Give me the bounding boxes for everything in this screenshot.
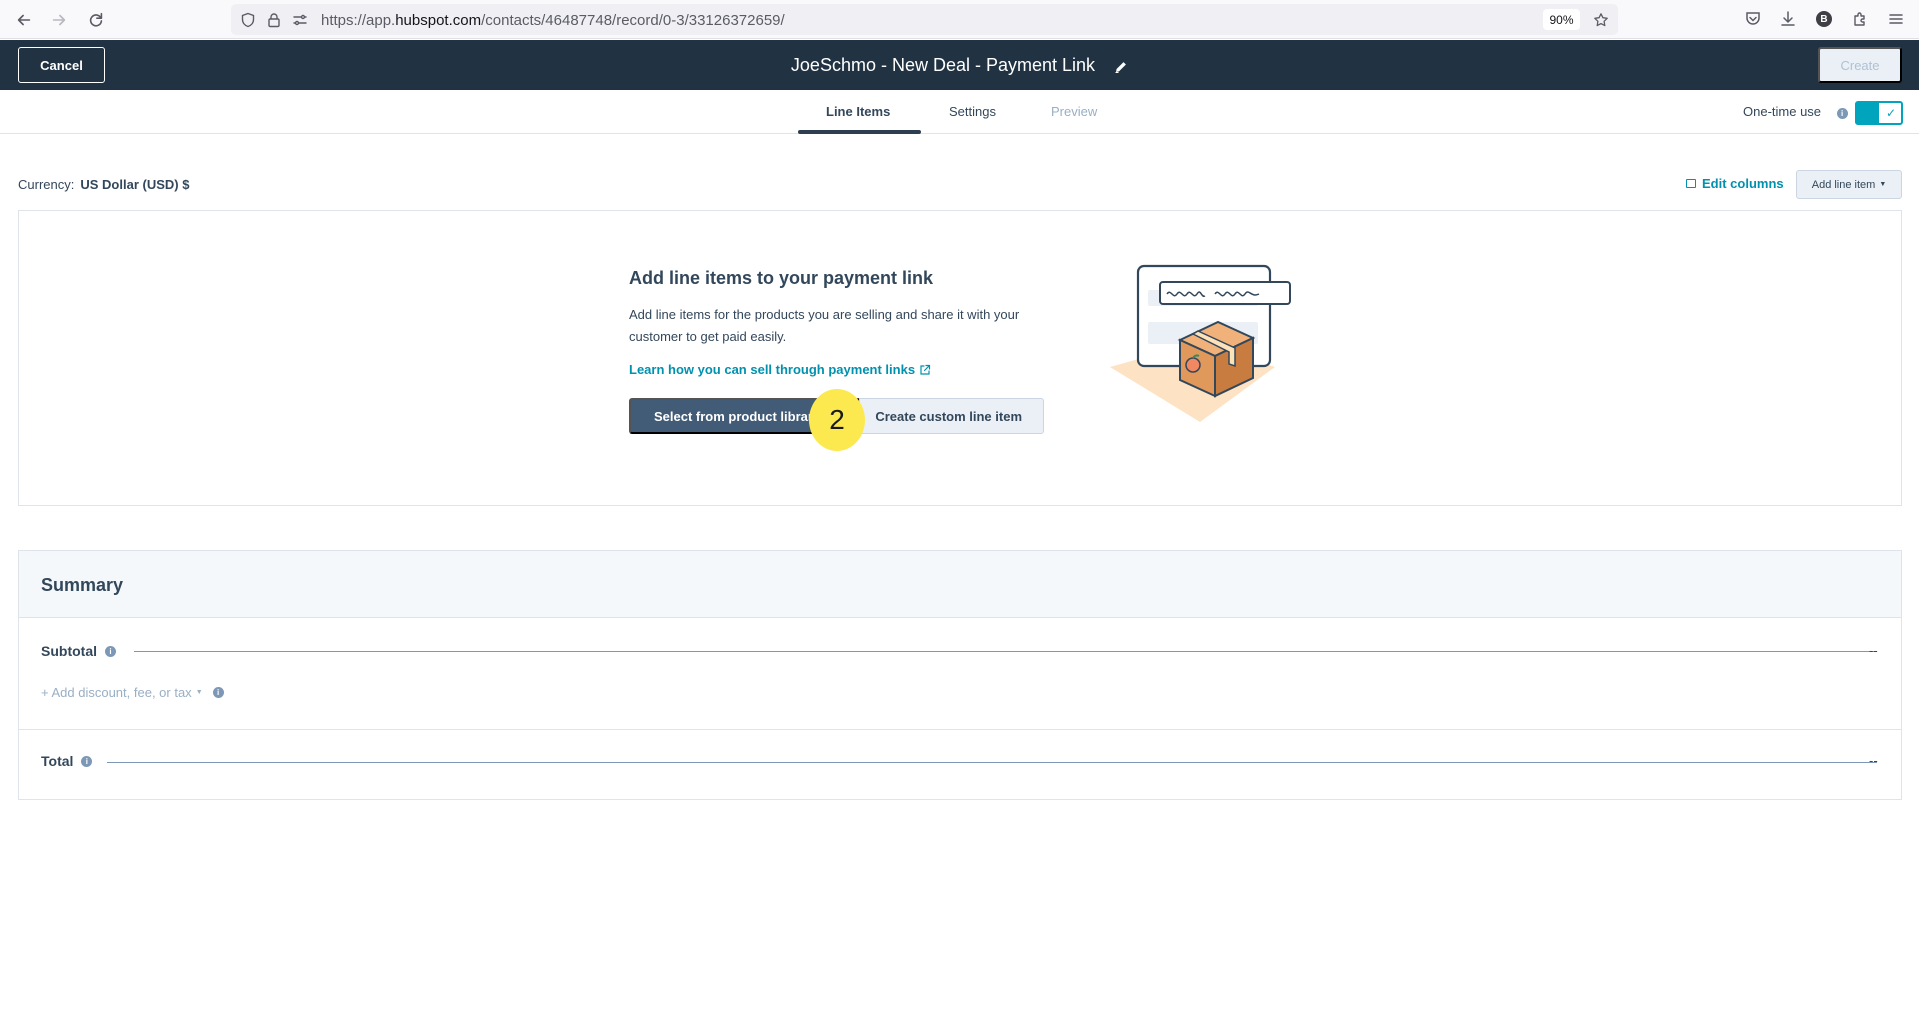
step-marker-badge: 2 [809,389,865,451]
total-value: -- [1869,753,1878,768]
back-icon[interactable] [12,8,36,32]
learn-payment-links-link[interactable]: Learn how you can sell through payment l… [629,362,931,377]
caret-down-icon: ▼ [1879,181,1887,188]
url-path: /contacts/46487748/record/0-3/3312637265… [481,12,785,29]
tab-preview[interactable]: Preview [1051,104,1097,119]
active-tab-indicator [798,130,921,134]
toggle-knob [1857,103,1879,123]
zoom-level-badge[interactable]: 90% [1543,9,1580,30]
url-prefix: https://app. [321,12,396,29]
edit-columns-label: Edit columns [1702,176,1784,191]
empty-state-title: Add line items to your payment link [629,268,934,288]
bookmark-star-icon[interactable] [1592,11,1610,29]
account-avatar-icon[interactable]: B [1813,8,1835,30]
total-info-icon[interactable]: i [81,755,93,767]
caret-down-icon: ▼ [195,689,203,696]
currency-display: Currency: US Dollar (USD) $ [18,177,189,192]
profile-initial: B [1816,11,1832,27]
one-time-use-toggle[interactable]: ✓ [1855,101,1903,125]
url-text[interactable]: https://app.hubspot.com/contacts/4648774… [321,12,785,29]
add-line-item-dropdown[interactable]: Add line item ▼ [1796,170,1902,199]
summary-divider [19,729,1901,730]
payment-box-illustration [1110,264,1291,422]
subtotal-info-icon[interactable]: i [105,645,116,657]
reload-icon[interactable] [84,8,108,32]
summary-title: Summary [41,575,124,595]
tab-line-items[interactable]: Line Items [826,104,890,119]
subtotal-value: -- [1869,643,1878,658]
pocket-icon[interactable] [1742,8,1764,30]
shield-icon[interactable] [239,11,257,29]
header-title-area: JoeSchmo - New Deal - Payment Link [0,54,1919,76]
total-label: Total i [41,753,93,769]
one-time-use-label: One-time use i [1743,104,1848,119]
columns-icon [1686,179,1696,188]
currency-value: US Dollar (USD) $ [80,177,190,192]
summary-header: Summary [19,551,1901,618]
subtotal-text: Subtotal [41,643,97,659]
permissions-icon[interactable] [291,11,309,29]
page-title: JoeSchmo - New Deal - Payment Link [790,54,1096,75]
summary-panel: Summary Subtotal i -- + Add discount, fe… [18,550,1902,800]
add-line-item-label: Add line item [1811,178,1876,191]
external-link-icon [920,364,931,375]
create-button[interactable]: Create [1818,47,1902,83]
empty-state-description: Add line items for the products you are … [629,307,1020,344]
line-items-empty-state [18,210,1902,506]
editor-header: Cancel JoeSchmo - New Deal - Payment Lin… [0,40,1919,90]
edit-columns-link[interactable]: Edit columns [1686,176,1784,191]
total-leader-line [107,762,1877,763]
discount-info-icon[interactable]: i [212,687,224,698]
subtotal-label: Subtotal i [41,643,116,659]
url-domain: hubspot.com [395,12,482,29]
total-text: Total [41,753,74,769]
browser-toolbar: https://app.hubspot.com/contacts/4648774… [0,0,1919,39]
tab-bar: Line Items Settings Preview One-time use… [0,90,1919,134]
tab-settings[interactable]: Settings [949,104,996,119]
extensions-icon[interactable] [1849,8,1871,30]
one-time-use-text: One-time use [1743,104,1822,119]
download-icon[interactable] [1777,8,1799,30]
pencil-icon[interactable] [1114,58,1128,74]
learn-link-text: Learn how you can sell through payment l… [629,362,916,377]
add-discount-fee-tax-dropdown[interactable]: + Add discount, fee, or tax ▼ i [41,685,224,700]
create-custom-line-item-button[interactable]: Create custom line item [859,398,1044,434]
subtotal-leader-line [134,651,1877,652]
add-discount-label: + Add discount, fee, or tax [41,685,192,700]
info-icon[interactable]: i [1836,108,1848,119]
forward-icon[interactable] [47,8,71,32]
menu-icon[interactable] [1885,8,1907,30]
address-bar[interactable]: https://app.hubspot.com/contacts/4648774… [231,4,1618,35]
currency-label: Currency: [18,177,75,192]
checkmark-icon: ✓ [1885,106,1896,120]
lock-icon[interactable] [265,11,283,29]
